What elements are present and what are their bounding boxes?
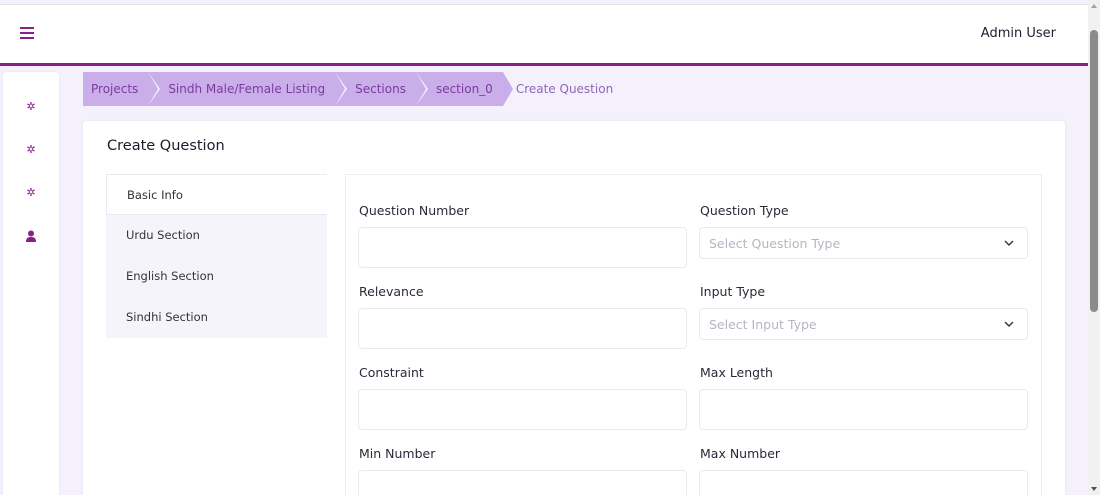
max-length-input[interactable] bbox=[699, 389, 1028, 430]
question-number-label: Question Number bbox=[359, 203, 470, 218]
hamburger-icon[interactable] bbox=[20, 27, 34, 39]
breadcrumb: Projects Sindh Male/Female Listing Secti… bbox=[83, 72, 623, 106]
breadcrumb-label: Projects bbox=[91, 82, 139, 96]
scroll-up-icon[interactable] bbox=[1091, 4, 1097, 8]
breadcrumb-projects[interactable]: Projects bbox=[83, 72, 161, 106]
chevron-down-icon bbox=[1004, 240, 1014, 246]
gear-icon[interactable]: ✲ bbox=[25, 101, 37, 113]
tab-urdu-section[interactable]: Urdu Section bbox=[106, 215, 327, 256]
min-number-input[interactable] bbox=[358, 470, 687, 495]
breadcrumb-project-listing[interactable]: Sindh Male/Female Listing bbox=[148, 72, 348, 106]
max-length-label: Max Length bbox=[700, 365, 773, 380]
tab-basic-info[interactable]: Basic Info bbox=[106, 174, 327, 215]
input-type-select[interactable]: Select Input Type bbox=[699, 308, 1028, 340]
breadcrumb-label: section_0 bbox=[435, 82, 493, 96]
breadcrumb-label: Sindh Male/Female Listing bbox=[168, 82, 326, 96]
breadcrumb-current: Create Question bbox=[515, 82, 614, 96]
chevron-down-icon bbox=[1004, 321, 1014, 327]
tab-english-section[interactable]: English Section bbox=[106, 256, 327, 297]
breadcrumb-section[interactable]: section_0 bbox=[415, 72, 515, 106]
section-tabs: Basic Info Urdu Section English Section … bbox=[106, 174, 327, 338]
input-type-label: Input Type bbox=[700, 284, 766, 299]
breadcrumb-label: Sections bbox=[355, 82, 406, 96]
user-menu[interactable]: Admin User bbox=[981, 26, 1056, 41]
question-form: Question Number Question Type Select Que… bbox=[345, 174, 1042, 495]
max-number-input[interactable] bbox=[699, 470, 1028, 495]
gear-icon[interactable]: ✲ bbox=[25, 187, 37, 199]
scroll-down-icon[interactable] bbox=[1091, 487, 1097, 491]
relevance-label: Relevance bbox=[359, 284, 424, 299]
max-number-label: Max Number bbox=[700, 446, 781, 461]
tab-sindhi-section[interactable]: Sindhi Section bbox=[106, 297, 327, 338]
input-type-placeholder: Select Input Type bbox=[709, 317, 817, 332]
question-number-input[interactable] bbox=[358, 227, 687, 268]
create-question-card: Create Question Basic Info Urdu Section … bbox=[83, 121, 1065, 495]
question-type-label: Question Type bbox=[700, 203, 789, 218]
top-header: Admin User bbox=[0, 4, 1088, 66]
sidebar: ✲ ✲ ✲ bbox=[3, 72, 59, 495]
breadcrumb-sections[interactable]: Sections bbox=[335, 72, 428, 106]
constraint-label: Constraint bbox=[359, 365, 424, 380]
min-number-label: Min Number bbox=[359, 446, 436, 461]
constraint-input[interactable] bbox=[358, 389, 687, 430]
scrollbar-thumb[interactable] bbox=[1090, 30, 1098, 312]
page-scrollbar[interactable] bbox=[1088, 0, 1100, 495]
page-title: Create Question bbox=[107, 138, 225, 154]
question-type-placeholder: Select Question Type bbox=[709, 236, 841, 251]
question-type-select[interactable]: Select Question Type bbox=[699, 227, 1028, 259]
gear-icon[interactable]: ✲ bbox=[25, 144, 37, 156]
relevance-input[interactable] bbox=[358, 308, 687, 349]
person-icon[interactable] bbox=[25, 230, 37, 242]
